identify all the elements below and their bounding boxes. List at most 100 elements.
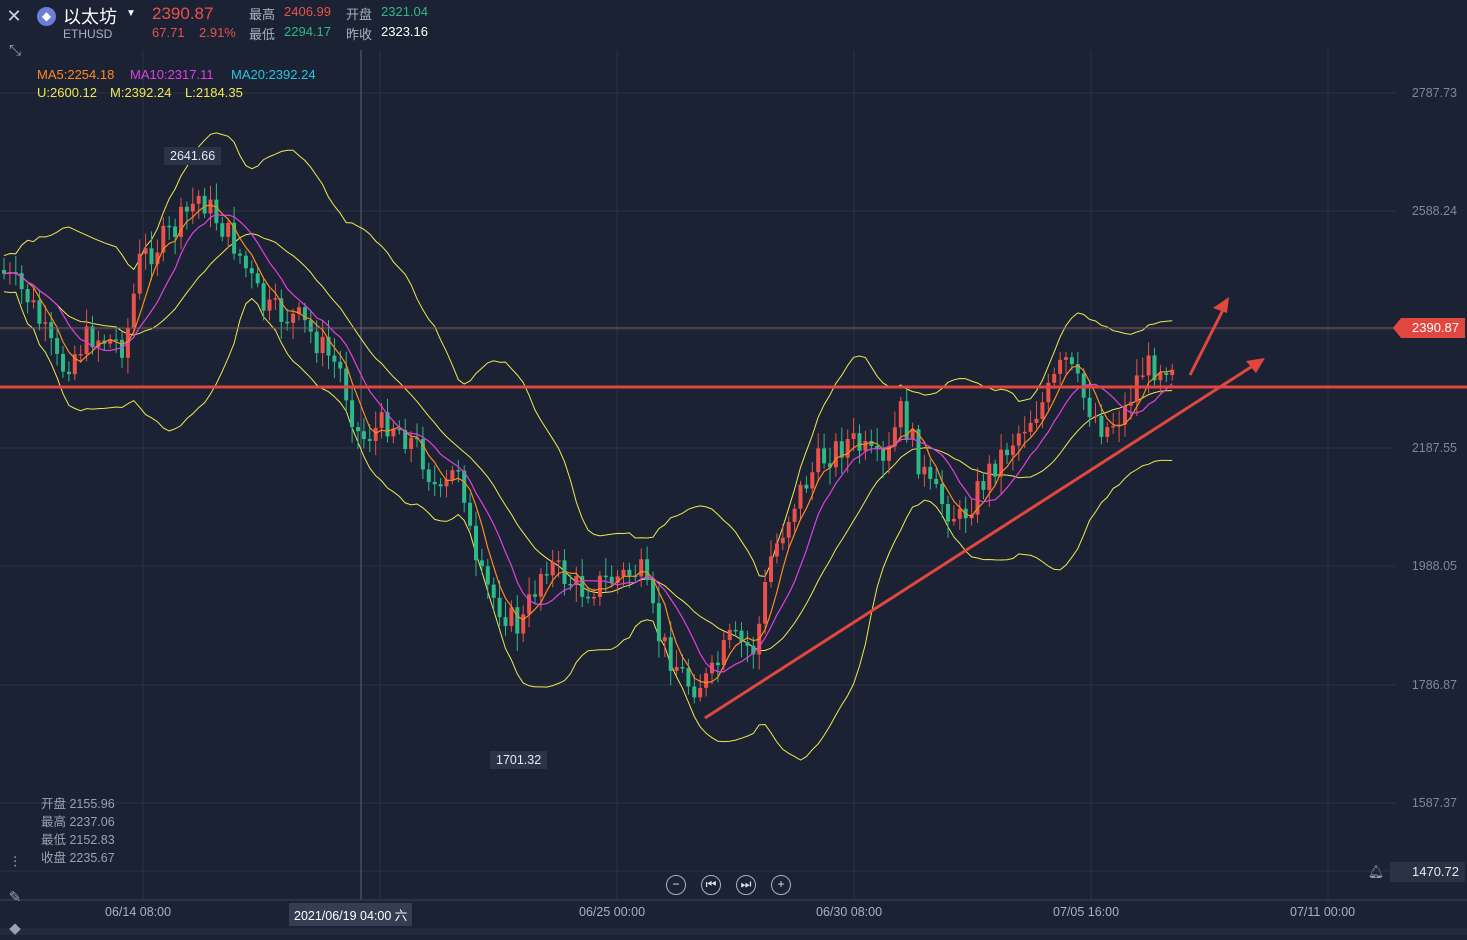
zoom-out-icon[interactable]: − <box>666 875 686 895</box>
candle-body <box>220 223 225 237</box>
candle-body <box>656 603 661 642</box>
candle-body <box>851 433 856 439</box>
candle-body <box>61 353 65 372</box>
boll-lower-legend[interactable]: L:2184.35 <box>185 85 243 100</box>
zoom-in-icon[interactable]: + <box>771 875 791 895</box>
candle-body <box>291 313 296 323</box>
candle-body <box>586 596 591 599</box>
candle-body <box>344 368 349 401</box>
candle-body <box>1128 401 1133 406</box>
candle-body <box>1146 355 1151 376</box>
projection-arrowhead <box>1213 297 1229 313</box>
boll-lower-line <box>3 291 1173 761</box>
x-tick: 07/11 00:00 <box>1290 905 1356 919</box>
candle-body <box>780 537 785 544</box>
ma10-legend[interactable]: MA10:2317.11 <box>130 67 214 82</box>
candlestick-chart[interactable] <box>0 0 1467 935</box>
go-end-icon[interactable]: ⏭ <box>736 875 756 895</box>
axis-bottom-price-tag: 1470.72 <box>1390 862 1465 882</box>
boll-upper-line <box>3 132 1173 577</box>
candle-body <box>84 326 89 355</box>
asset-symbol: ETHUSD <box>63 27 113 41</box>
boll-mid-legend[interactable]: M:2392.24 <box>110 85 171 100</box>
candle-body <box>1064 357 1068 360</box>
candle-body <box>131 293 136 329</box>
candle-body <box>940 483 945 505</box>
min-price-label: 1701.32 <box>490 751 548 769</box>
candle-body <box>704 673 709 688</box>
hover-close: 收盘 2235.67 <box>41 851 115 865</box>
chart-grid <box>0 50 1395 900</box>
ma20-legend[interactable]: MA20:2392.24 <box>231 67 316 82</box>
candle-body <box>314 331 319 354</box>
x-tick: 07/05 16:00 <box>1053 905 1120 919</box>
candle-body <box>1164 372 1169 376</box>
candle-body <box>987 463 992 490</box>
candle-body <box>1134 375 1139 402</box>
candle-body <box>55 338 60 354</box>
candle-body <box>208 199 213 214</box>
candle-body <box>863 440 868 451</box>
candle-body <box>845 438 850 458</box>
candle-body <box>951 518 956 522</box>
candle-body <box>680 667 685 669</box>
candle-body <box>774 543 779 557</box>
candle-body <box>479 560 484 567</box>
candle-body <box>338 361 343 369</box>
boll-upper-legend[interactable]: U:2600.12 <box>37 85 97 100</box>
bell-icon[interactable]: 🔔︎ <box>1366 862 1386 882</box>
candle-body <box>763 582 768 624</box>
asset-name[interactable]: 以太坊 <box>63 3 117 29</box>
candle-body <box>857 433 862 451</box>
candle-body <box>521 614 526 634</box>
candle-body <box>544 574 549 576</box>
candle-body <box>438 484 443 487</box>
candle-body <box>373 427 378 441</box>
candle-body <box>1028 422 1033 432</box>
candle-body <box>49 322 54 339</box>
chevron-down-icon[interactable]: ▼ <box>126 8 136 19</box>
candle-body <box>898 401 903 428</box>
candle-body <box>350 400 355 428</box>
candle-body <box>527 594 532 615</box>
candle-body <box>503 617 508 626</box>
candle-body <box>167 225 172 228</box>
y-tick: 2588.24 <box>1411 204 1457 218</box>
candle-body <box>810 472 815 489</box>
candle-body <box>1058 359 1063 374</box>
close-icon[interactable]: ✕ <box>4 6 24 26</box>
candle-body <box>556 560 561 562</box>
candle-body <box>674 667 679 671</box>
candle-body <box>273 298 278 300</box>
high-value: 2406.99 <box>284 4 331 19</box>
candle-body <box>202 195 207 214</box>
collapse-arrows-icon[interactable]: ⤡ <box>4 40 26 62</box>
layers-icon[interactable]: ◆ <box>4 918 26 940</box>
indicators-icon[interactable]: ⫶ <box>4 852 26 874</box>
candle-body <box>497 597 502 618</box>
candle-body <box>928 466 933 479</box>
candle-body <box>662 637 667 642</box>
ma5-legend[interactable]: MA5:2254.18 <box>37 67 114 82</box>
candle-body <box>149 248 154 265</box>
candle-body <box>816 448 821 473</box>
go-start-icon[interactable]: ⏮ <box>701 875 721 895</box>
draw-pencil-icon[interactable]: ✎ <box>4 887 26 909</box>
candle-body <box>745 641 750 646</box>
candle-body <box>686 668 691 687</box>
candle-body <box>426 469 431 482</box>
candle-body <box>934 478 939 484</box>
candle-body <box>285 321 290 324</box>
candle-body <box>592 596 596 599</box>
candle-body <box>66 371 71 375</box>
candle-body <box>114 339 119 341</box>
candle-body <box>409 437 414 449</box>
ethereum-icon: ◆ <box>37 7 56 26</box>
crosshair-time-label: 2021/06/19 04:00 六 <box>289 903 413 926</box>
candle-body <box>226 222 231 237</box>
candle-body <box>603 575 608 578</box>
candle-body <box>468 502 473 526</box>
open-value: 2321.04 <box>381 4 428 19</box>
candle-body <box>474 525 478 561</box>
candle-body <box>1087 397 1092 418</box>
